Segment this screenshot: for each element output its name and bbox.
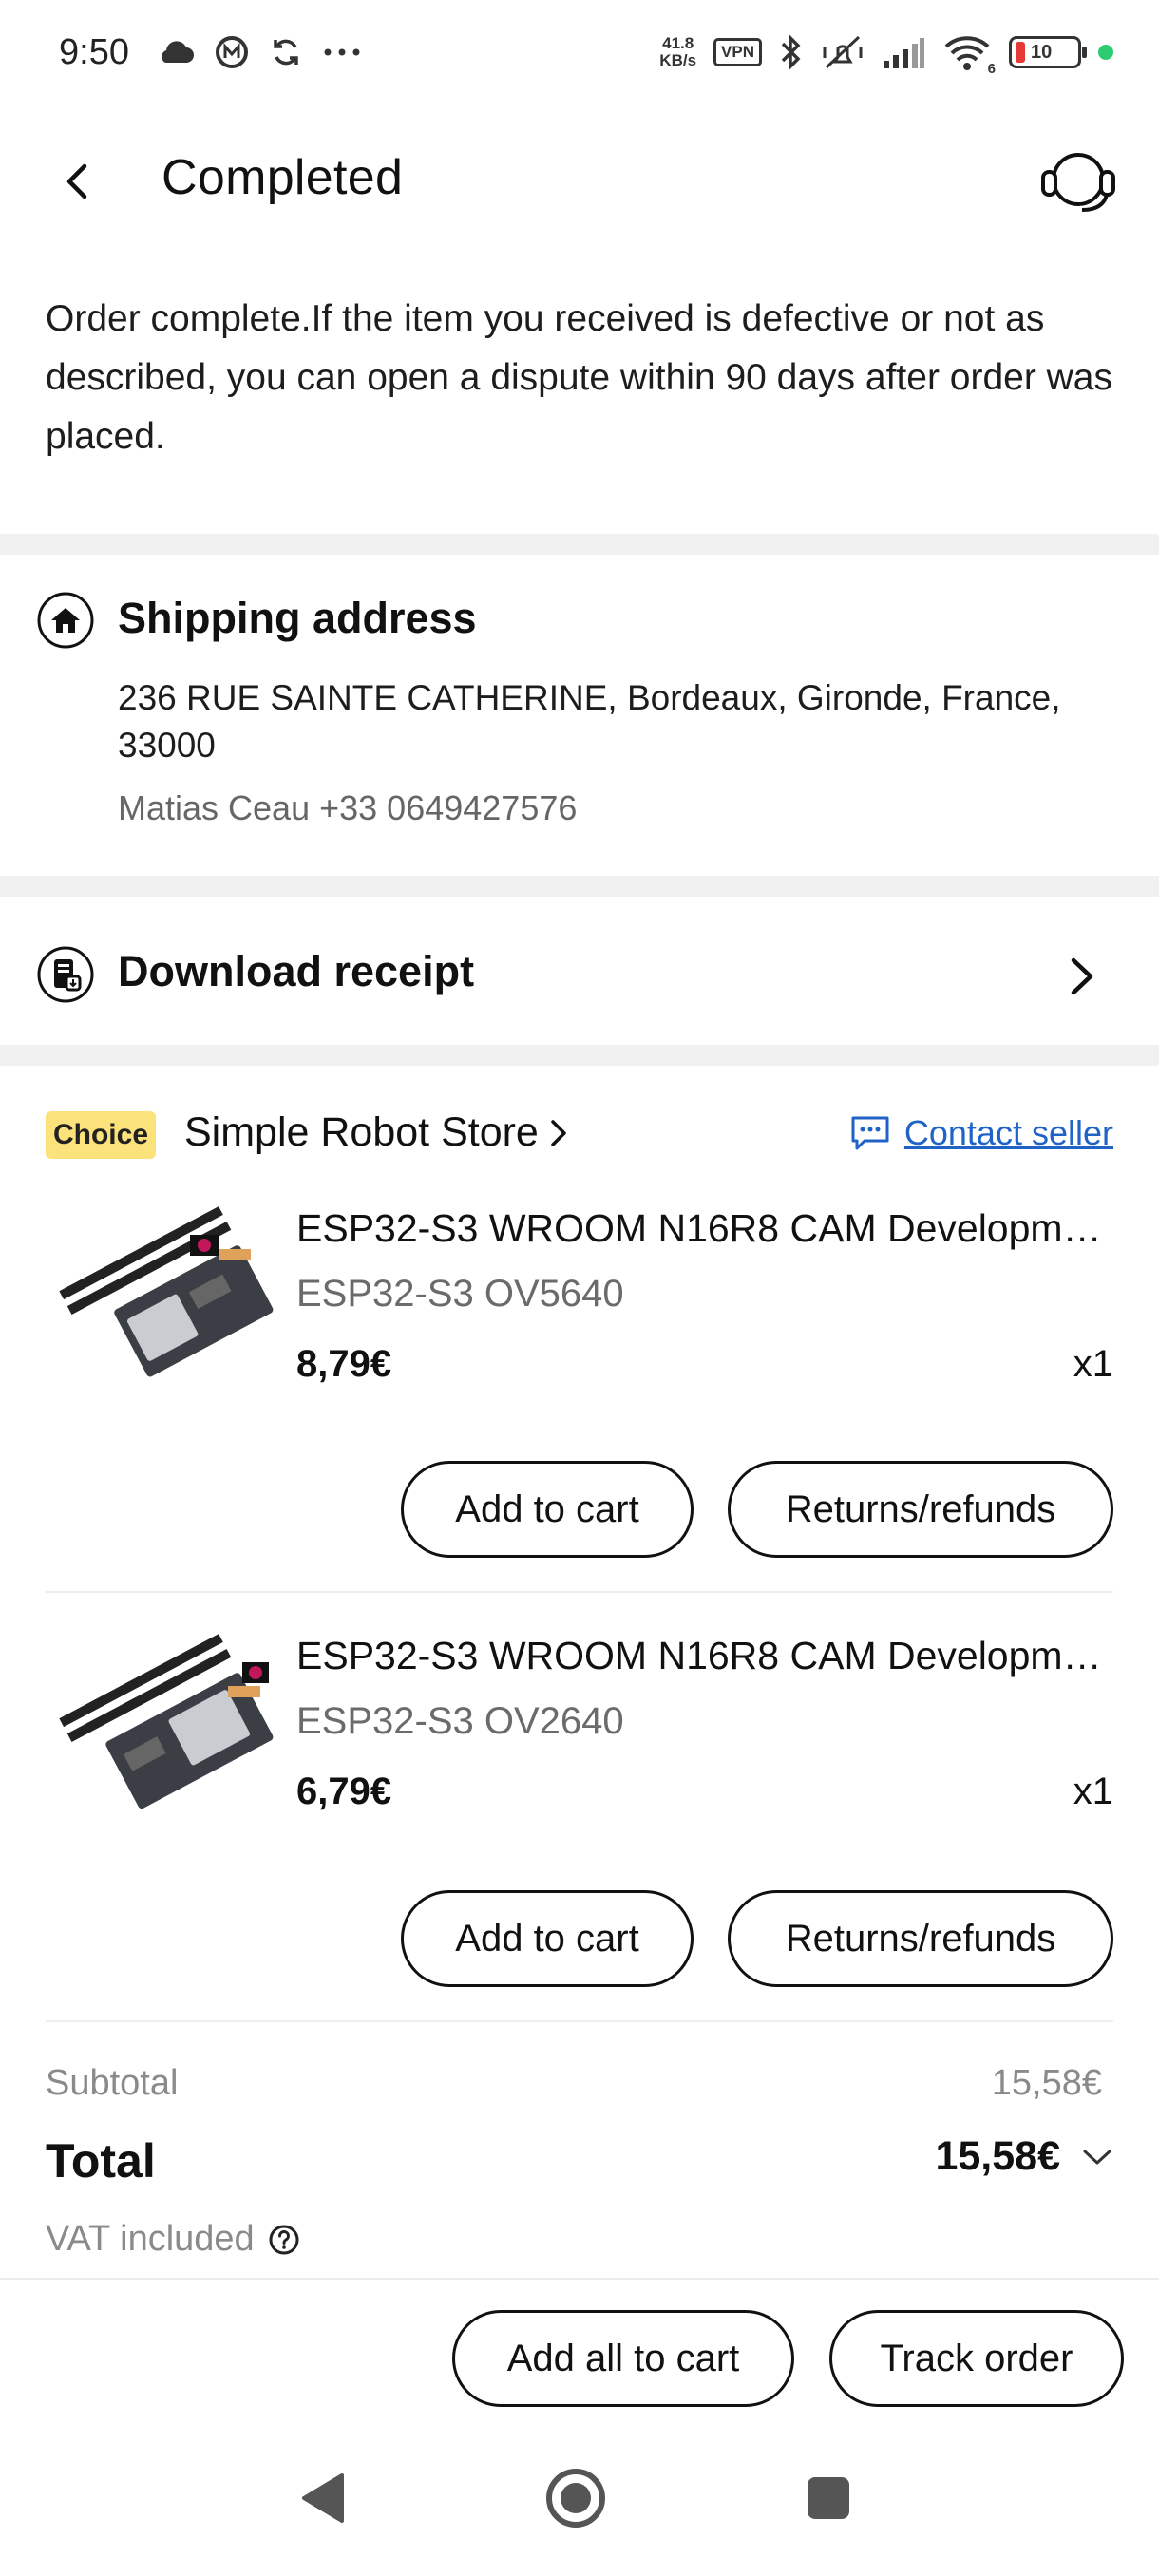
muted-vibrate-icon (823, 35, 863, 69)
customer-support-icon[interactable] (1036, 140, 1121, 225)
status-right: 41.8 KB/s VPN 6 10 (659, 33, 1113, 77)
sync-icon (274, 39, 298, 66)
help-icon[interactable] (268, 2224, 300, 2256)
network-speed-value: 41.8 (662, 34, 694, 52)
store-name: Simple Robot Store (184, 1109, 539, 1155)
shipping-address: 236 RUE SAINTE CATHERINE, Bordeaux, Giro… (118, 678, 1061, 765)
product-variant: ESP32-S3 OV2640 (296, 1700, 624, 1742)
subtotal-label: Subtotal (46, 2063, 179, 2103)
chevron-down-icon (1083, 2150, 1112, 2164)
download-receipt-label: Download receipt (118, 947, 475, 995)
add-all-to-cart-button[interactable]: Add all to cart (452, 2310, 794, 2407)
vat-label: VAT included (46, 2219, 255, 2259)
battery-icon: 10 (1009, 36, 1087, 68)
battery-percent: 10 (1031, 41, 1053, 63)
wifi-badge: 6 (987, 61, 996, 77)
item-divider (46, 2020, 1113, 2022)
contact-seller-label: Contact seller (903, 1113, 1113, 1152)
order-complete-notice: Order complete.If the item you received … (46, 298, 1113, 457)
bluetooth-icon (781, 33, 801, 71)
track-order-button[interactable]: Track order (829, 2310, 1124, 2407)
product-title[interactable]: ESP32-S3 WROOM N16R8 CAM Development Boa… (296, 1634, 1115, 1678)
signal-icon (884, 38, 924, 68)
network-speed-unit: KB/s (659, 51, 697, 69)
section-divider (0, 1045, 1159, 1066)
status-left-icons (156, 35, 361, 69)
more-dots-icon (324, 48, 360, 56)
back-arrow-icon[interactable] (52, 155, 105, 208)
total-value: 15,58€ (935, 2133, 1060, 2179)
contact-seller-link[interactable]: Contact seller (849, 1113, 1113, 1153)
section-divider (0, 534, 1159, 555)
product-thumbnail[interactable] (48, 1634, 276, 1824)
add-to-cart-button[interactable]: Add to cart (401, 1890, 694, 1987)
chevron-right-icon (551, 1119, 566, 1146)
network-speed: 41.8 KB/s (659, 35, 696, 69)
nav-back-icon[interactable] (285, 2460, 361, 2536)
privacy-dot (1098, 45, 1113, 60)
home-icon (37, 592, 94, 649)
vat-note: VAT included (46, 2219, 300, 2260)
app-notification-icon (215, 36, 248, 68)
download-receipt-row[interactable]: Download receipt (0, 917, 1159, 1035)
vpn-badge: VPN (713, 38, 762, 66)
product-thumbnail[interactable] (48, 1206, 276, 1396)
total-breakdown-toggle[interactable]: 15,58€ (935, 2133, 1113, 2180)
store-link[interactable]: Simple Robot Store (184, 1109, 569, 1156)
total-label: Total (46, 2134, 156, 2188)
product-quantity: x1 (1073, 1343, 1113, 1385)
item-divider (46, 1591, 1113, 1593)
product-variant: ESP32-S3 OV5640 (296, 1273, 624, 1315)
product-quantity: x1 (1073, 1771, 1113, 1812)
status-time: 9:50 (59, 31, 129, 72)
nav-home-icon[interactable] (538, 2460, 614, 2536)
choice-badge: Choice (46, 1111, 156, 1159)
product-title[interactable]: ESP32-S3 WROOM N16R8 CAM Development Boa… (296, 1206, 1115, 1251)
shipping-contact: Matias Ceau +33 0649427576 (118, 788, 578, 827)
cloud-icon (162, 41, 194, 63)
receipt-icon (37, 946, 94, 1003)
status-bar: 9:50 41.8 KB/s VPN 6 10 (0, 0, 1159, 104)
chevron-right-icon (1071, 957, 1093, 995)
wifi-indicator: 6 (942, 33, 996, 77)
system-nav-bar (0, 2460, 1159, 2555)
add-to-cart-button[interactable]: Add to cart (401, 1461, 694, 1558)
subtotal-value: 15,58€ (991, 2063, 1102, 2103)
shipping-title: Shipping address (118, 594, 477, 642)
battery-level (1016, 42, 1025, 63)
product-price: 6,79€ (296, 1771, 392, 1812)
chat-icon (851, 1116, 889, 1150)
section-divider (0, 876, 1159, 897)
wifi-icon (944, 36, 990, 70)
product-price: 8,79€ (296, 1343, 392, 1385)
page-header: Completed (0, 119, 1159, 242)
returns-refunds-button[interactable]: Returns/refunds (728, 1890, 1113, 1987)
page-title: Completed (162, 150, 404, 205)
nav-recents-icon[interactable] (790, 2460, 866, 2536)
returns-refunds-button[interactable]: Returns/refunds (728, 1461, 1113, 1558)
bottom-bar-divider (0, 2278, 1159, 2280)
